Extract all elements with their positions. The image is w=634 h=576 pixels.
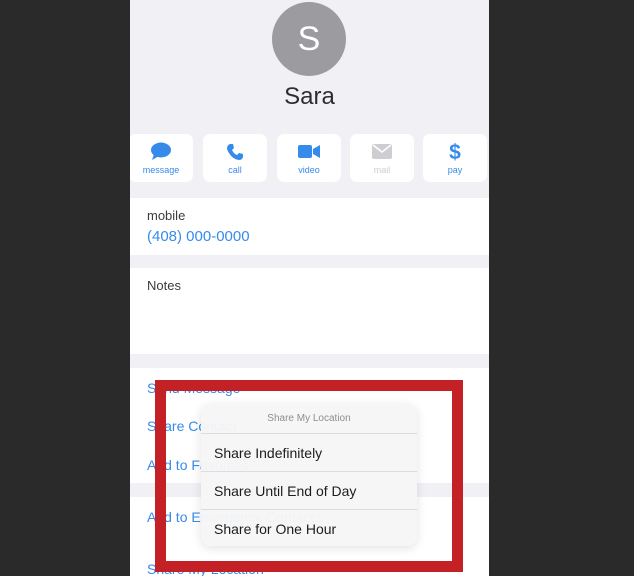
- phone-field-label: mobile: [147, 208, 186, 223]
- message-label: message: [142, 164, 180, 175]
- pay-label: pay: [447, 164, 463, 175]
- notes-card[interactable]: Notes: [130, 268, 489, 354]
- contact-name: Sara: [284, 83, 335, 110]
- message-icon: [150, 142, 172, 162]
- video-icon: [298, 142, 320, 162]
- message-button[interactable]: message: [130, 134, 193, 182]
- share-until-end-of-day-option[interactable]: Share Until End of Day: [201, 472, 417, 510]
- action-bar: message call video mail $ pay: [130, 134, 489, 182]
- notes-label: Notes: [147, 278, 181, 293]
- avatar: S: [272, 2, 346, 76]
- svg-text:$: $: [449, 141, 461, 163]
- share-indefinitely-option[interactable]: Share Indefinitely: [201, 434, 417, 472]
- video-button[interactable]: video: [277, 134, 341, 182]
- phone-number-link[interactable]: (408) 000-0000: [147, 228, 250, 245]
- pay-button[interactable]: $ pay: [423, 134, 487, 182]
- call-label: call: [228, 164, 242, 175]
- phone-field-card: mobile (408) 000-0000: [130, 198, 489, 255]
- mail-icon: [372, 142, 392, 162]
- share-for-one-hour-option[interactable]: Share for One Hour: [201, 510, 417, 546]
- avatar-initial: S: [297, 19, 321, 58]
- dollar-icon: $: [448, 141, 462, 163]
- phone-icon: [226, 142, 244, 162]
- menu-title: Share My Location: [201, 404, 417, 434]
- mail-label: mail: [373, 164, 391, 175]
- share-location-menu: Share My Location Share Indefinitely Sha…: [201, 404, 417, 546]
- video-frame: S Sara message call video mail $ pay mob…: [0, 0, 634, 576]
- video-label: video: [298, 164, 320, 175]
- mail-button[interactable]: mail: [350, 134, 414, 182]
- call-button[interactable]: call: [203, 134, 267, 182]
